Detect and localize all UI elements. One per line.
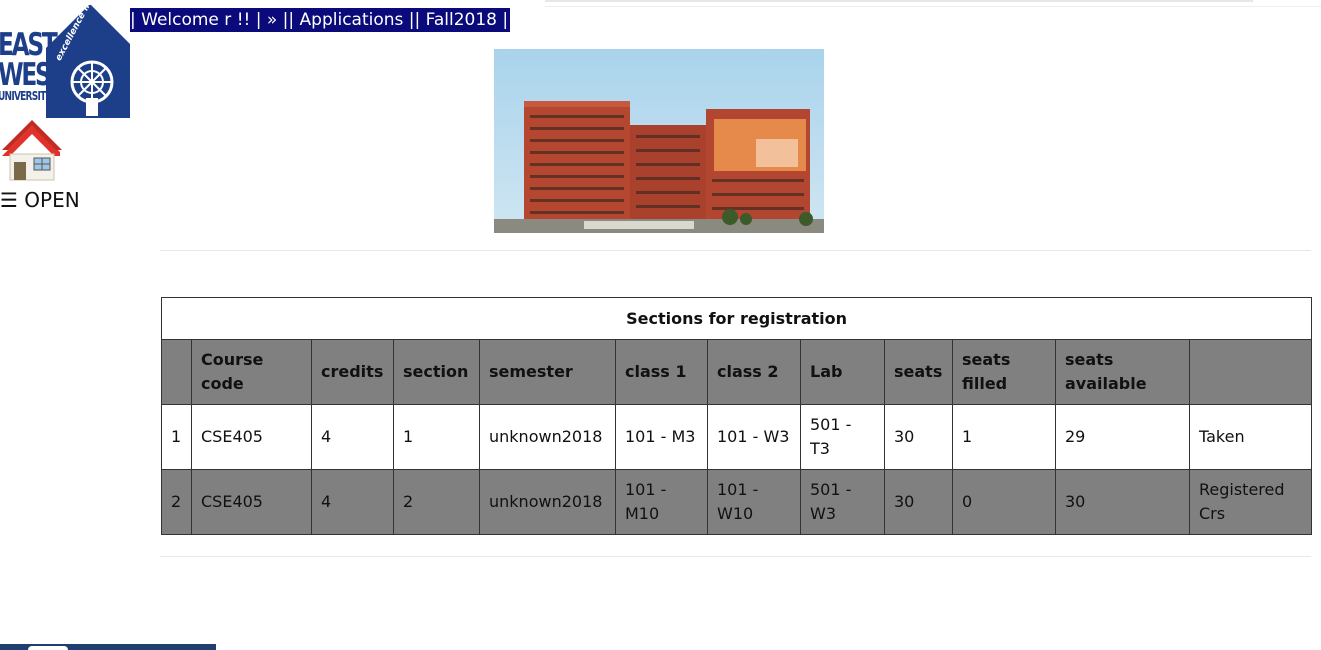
- applications-link[interactable]: Applications: [300, 10, 404, 30]
- cell-class2: 101 - W3: [707, 404, 801, 470]
- top-border-line: [545, 0, 1253, 2]
- cell-seats: 30: [884, 469, 953, 535]
- cell-class2: 101 - W10: [707, 469, 801, 535]
- cell-credits: 4: [311, 469, 394, 535]
- header-class2: class 2: [707, 339, 801, 405]
- cell-semester: unknown2018: [479, 469, 616, 535]
- menu-icon: ☰: [0, 188, 18, 212]
- cell-seats-available: 29: [1055, 404, 1190, 470]
- header-section: section: [393, 339, 480, 405]
- table-title: Sections for registration: [160, 297, 1313, 340]
- row-index: 2: [161, 469, 192, 535]
- cell-semester: unknown2018: [479, 404, 616, 470]
- cell-seats: 30: [884, 404, 953, 470]
- cell-seats-filled: 1: [952, 404, 1056, 470]
- divider-top: [160, 250, 1311, 251]
- logo-line-west: WEST: [0, 57, 65, 93]
- cell-seats-available: 30: [1055, 469, 1190, 535]
- table-row: 2 CSE405 4 2 unknown2018 101 - M10 101 -…: [161, 469, 1313, 535]
- welcome-text: | Welcome r !! | » ||: [130, 10, 295, 30]
- semester-label: || Fall2018 |: [408, 10, 509, 30]
- header-index: [161, 339, 192, 405]
- header-action: [1188, 339, 1313, 405]
- table-header-row: Course code credits section semester cla…: [161, 339, 1313, 405]
- campus-building-photo: [494, 49, 824, 233]
- table-title-row: Sections for registration: [160, 297, 1313, 340]
- logo-line-east: EAST: [0, 27, 58, 63]
- header-credits: credits: [311, 339, 394, 405]
- university-logo[interactable]: EAST WEST UNIVERSITY excellence in educa…: [0, 4, 130, 118]
- header-lab: Lab: [800, 339, 885, 405]
- cell-section: 1: [393, 404, 480, 470]
- header-class1: class 1: [615, 339, 708, 405]
- cell-lab: 501 - W3: [800, 469, 885, 535]
- open-menu-label: OPEN: [24, 188, 80, 212]
- sections-table: Sections for registration Course code cr…: [160, 297, 1313, 535]
- cell-credits: 4: [311, 404, 394, 470]
- header-seats-filled: seats filled: [952, 339, 1056, 405]
- open-menu-button[interactable]: ☰ OPEN: [0, 188, 80, 212]
- cell-class1: 101 - M10: [615, 469, 708, 535]
- cell-section: 2: [393, 469, 480, 535]
- logo-wordmark: EAST WEST UNIVERSITY: [0, 27, 65, 103]
- top-border-line-secondary: [545, 6, 1321, 7]
- divider-bottom: [160, 556, 1311, 557]
- header-semester: semester: [479, 339, 616, 405]
- footer-logo-arch: [28, 646, 68, 650]
- table-row: 1 CSE405 4 1 unknown2018 101 - M3 101 - …: [161, 404, 1313, 470]
- cell-status: Taken: [1188, 404, 1313, 470]
- welcome-bar: | Welcome r !! | » || Applications || Fa…: [130, 8, 511, 32]
- cell-course-code: CSE405: [191, 404, 312, 470]
- cell-seats-filled: 0: [952, 469, 1056, 535]
- cell-class1: 101 - M3: [615, 404, 708, 470]
- cell-lab: 501 - T3: [800, 404, 885, 470]
- cell-course-code: CSE405: [191, 469, 312, 535]
- header-course-code: Course code: [191, 339, 312, 405]
- header-seats: seats: [884, 339, 953, 405]
- home-icon[interactable]: [0, 118, 64, 182]
- row-index: 1: [161, 404, 192, 470]
- header-seats-available: seats available: [1055, 339, 1190, 405]
- cell-register-action[interactable]: Registered Crs: [1188, 469, 1313, 535]
